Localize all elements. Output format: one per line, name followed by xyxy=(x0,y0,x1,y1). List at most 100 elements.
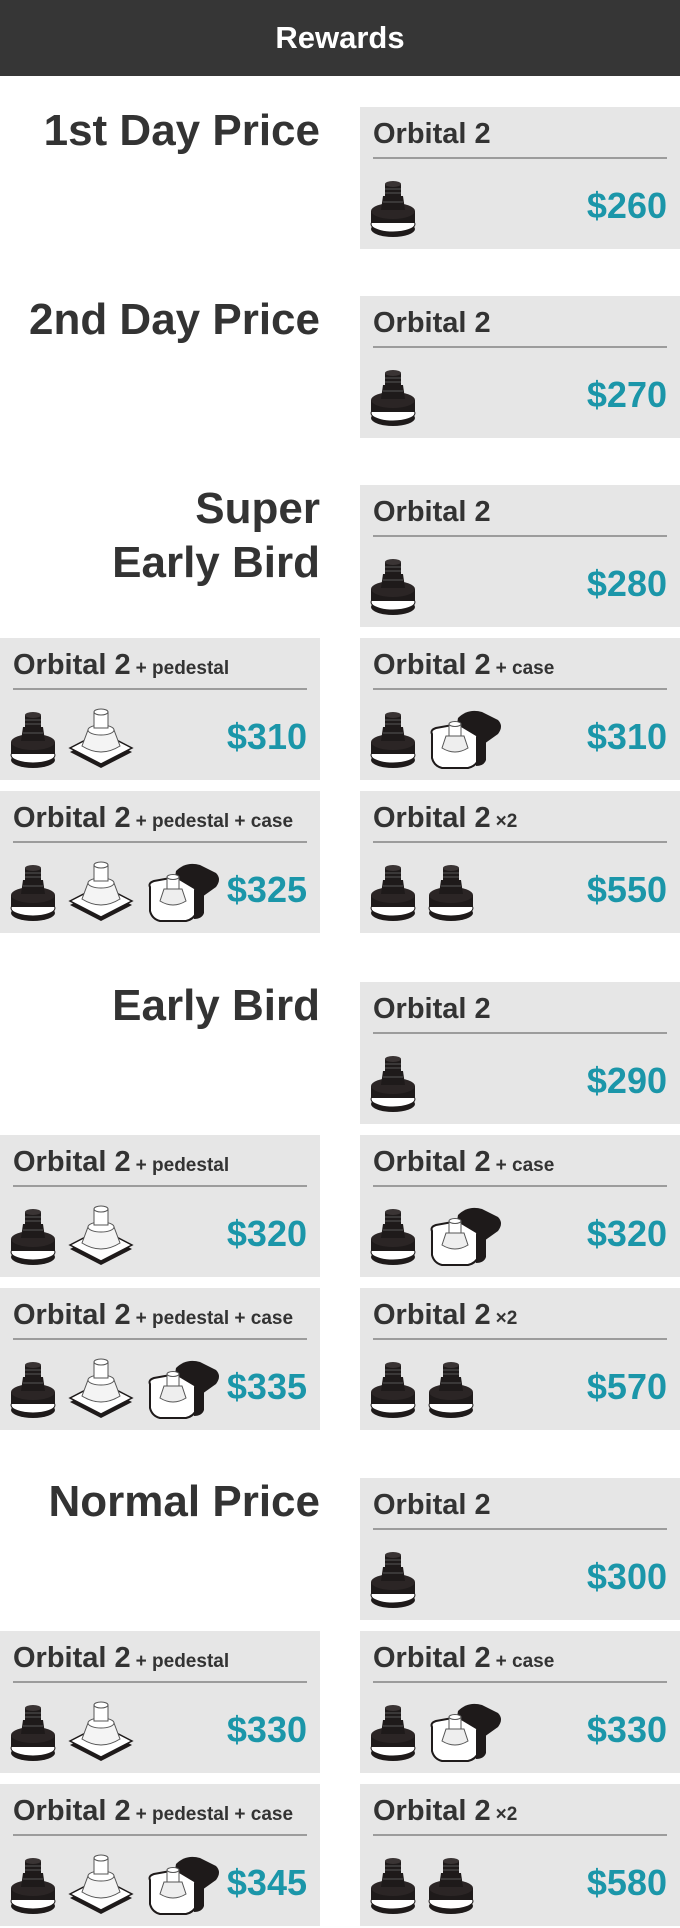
reward-card-title: Orbital 2 + pedestal xyxy=(13,1641,307,1683)
reward-name: Orbital 2 xyxy=(373,307,491,339)
reward-addon-label: + pedestal xyxy=(135,658,230,679)
reward-items xyxy=(370,547,416,617)
reward-card-title: Orbital 2 ×2 xyxy=(373,1794,667,1836)
reward-name: Orbital 2 xyxy=(13,802,131,834)
reward-price: $310 xyxy=(226,716,307,757)
reward-addon-label: ×2 xyxy=(495,1804,518,1825)
reward-card-title: Orbital 2 ×2 xyxy=(373,1298,667,1340)
reward-addon-label: ×2 xyxy=(495,811,518,832)
case-icon xyxy=(146,1854,222,1916)
reward-items xyxy=(370,853,474,923)
reward-name: Orbital 2 xyxy=(13,1299,131,1331)
reward-items xyxy=(370,1540,416,1610)
reward-price: $270 xyxy=(586,374,667,415)
reward-name: Orbital 2 xyxy=(373,1146,491,1178)
reward-name: Orbital 2 xyxy=(373,1642,491,1674)
reward-card[interactable]: Orbital 2 + case $320 xyxy=(360,1135,680,1277)
reward-card[interactable]: Orbital 2 ×2 $550 xyxy=(360,791,680,933)
reward-price: $330 xyxy=(586,1709,667,1750)
reward-addon-label: + pedestal xyxy=(135,1651,230,1672)
reward-name: Orbital 2 xyxy=(373,1299,491,1331)
orbital-device-icon xyxy=(370,1360,416,1420)
page-header: Rewards xyxy=(0,0,680,76)
orbital-device-icon xyxy=(370,179,416,239)
reward-card-title: Orbital 2 + case xyxy=(373,648,667,690)
reward-card-title: Orbital 2 xyxy=(373,1488,667,1530)
reward-items xyxy=(370,700,504,770)
reward-addon-label: + pedestal xyxy=(135,1155,230,1176)
reward-card-title: Orbital 2 xyxy=(373,992,667,1034)
reward-price: $300 xyxy=(586,1556,667,1597)
reward-card[interactable]: Orbital 2 $300 xyxy=(360,1478,680,1620)
pedestal-icon xyxy=(68,1356,134,1420)
reward-card[interactable]: Orbital 2 $270 xyxy=(360,296,680,438)
reward-price: $320 xyxy=(586,1213,667,1254)
reward-addon-label: ×2 xyxy=(495,1308,518,1329)
tier-heading: Normal Price xyxy=(0,1475,320,1529)
reward-addon-label: + pedestal + case xyxy=(135,811,294,832)
reward-card[interactable]: Orbital 2 $290 xyxy=(360,982,680,1124)
reward-card[interactable]: Orbital 2 + pedestal + case $325 xyxy=(0,791,320,933)
orbital-device-icon xyxy=(428,1856,474,1916)
reward-card[interactable]: Orbital 2 + pedestal $320 xyxy=(0,1135,320,1277)
reward-name: Orbital 2 xyxy=(13,1642,131,1674)
tier-heading-line: Early Bird xyxy=(112,981,320,1030)
reward-card[interactable]: Orbital 2 $280 xyxy=(360,485,680,627)
page-title: Rewards xyxy=(275,20,405,55)
tier-heading-line: Super xyxy=(195,484,320,533)
reward-card[interactable]: Orbital 2 + pedestal + case $345 xyxy=(0,1784,320,1926)
reward-card[interactable]: Orbital 2 ×2 $580 xyxy=(360,1784,680,1926)
orbital-device-icon xyxy=(370,1703,416,1763)
case-icon xyxy=(428,1205,504,1267)
reward-card[interactable]: Orbital 2 + pedestal $330 xyxy=(0,1631,320,1773)
reward-price: $570 xyxy=(586,1366,667,1407)
pedestal-icon xyxy=(68,1203,134,1267)
tier-heading: 1st Day Price xyxy=(0,104,320,158)
orbital-device-icon xyxy=(10,1703,56,1763)
orbital-device-icon xyxy=(428,1360,474,1420)
reward-card-title: Orbital 2 + pedestal xyxy=(13,648,307,690)
reward-card-title: Orbital 2 + pedestal + case xyxy=(13,1794,307,1836)
tier-heading-line: Normal Price xyxy=(48,1477,320,1526)
reward-card-title: Orbital 2 + pedestal xyxy=(13,1145,307,1187)
reward-price: $290 xyxy=(586,1060,667,1101)
reward-card[interactable]: Orbital 2 ×2 $570 xyxy=(360,1288,680,1430)
orbital-device-icon xyxy=(10,863,56,923)
reward-items xyxy=(370,1846,474,1916)
case-icon xyxy=(146,1358,222,1420)
reward-card-title: Orbital 2 + case xyxy=(373,1641,667,1683)
reward-price: $310 xyxy=(586,716,667,757)
reward-name: Orbital 2 xyxy=(13,1146,131,1178)
tier-heading: Early Bird xyxy=(0,979,320,1033)
reward-card[interactable]: Orbital 2 + case $330 xyxy=(360,1631,680,1773)
reward-card-title: Orbital 2 xyxy=(373,117,667,159)
reward-card[interactable]: Orbital 2 + case $310 xyxy=(360,638,680,780)
reward-name: Orbital 2 xyxy=(13,1795,131,1827)
reward-card[interactable]: Orbital 2 + pedestal + case $335 xyxy=(0,1288,320,1430)
reward-price: $280 xyxy=(586,563,667,604)
reward-card[interactable]: Orbital 2 + pedestal $310 xyxy=(0,638,320,780)
tier-heading: Super Early Bird xyxy=(0,482,320,590)
pedestal-icon xyxy=(68,1699,134,1763)
orbital-device-icon xyxy=(370,368,416,428)
orbital-device-icon xyxy=(370,557,416,617)
orbital-device-icon xyxy=(370,710,416,770)
reward-price: $580 xyxy=(586,1862,667,1903)
reward-items xyxy=(10,700,134,770)
reward-price: $330 xyxy=(226,1709,307,1750)
reward-card-title: Orbital 2 xyxy=(373,306,667,348)
reward-items xyxy=(10,1350,222,1420)
reward-items xyxy=(10,1846,222,1916)
reward-items xyxy=(370,1044,416,1114)
reward-items xyxy=(370,358,416,428)
orbital-device-icon xyxy=(370,1054,416,1114)
reward-card-title: Orbital 2 xyxy=(373,495,667,537)
reward-name: Orbital 2 xyxy=(373,1795,491,1827)
orbital-device-icon xyxy=(370,1207,416,1267)
reward-items xyxy=(10,1197,134,1267)
orbital-device-icon xyxy=(10,1360,56,1420)
reward-card[interactable]: Orbital 2 $260 xyxy=(360,107,680,249)
orbital-device-icon xyxy=(10,710,56,770)
reward-price: $345 xyxy=(226,1862,307,1903)
tier-heading-line: 2nd Day Price xyxy=(28,295,320,344)
